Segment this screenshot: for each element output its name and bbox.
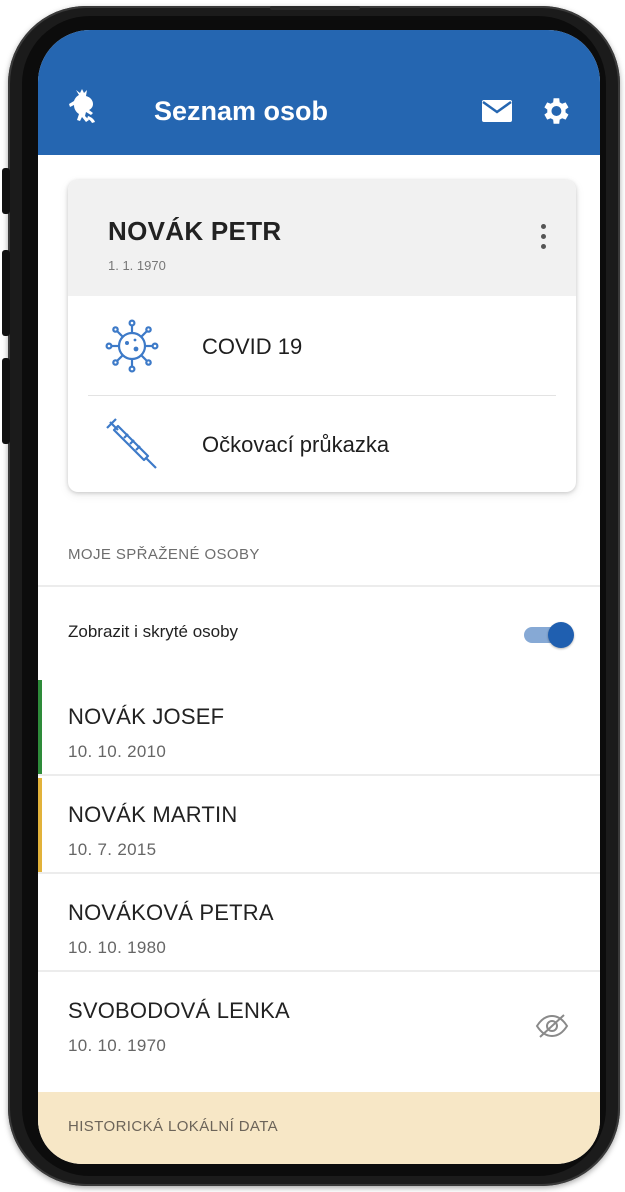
vaccination-card-label: Očkovací průkazka (202, 432, 390, 457)
list-item-birthdate: 10. 7. 2015 (68, 840, 157, 859)
status-indicator (38, 778, 42, 872)
toggle-thumb (548, 622, 574, 648)
phone-volume-down-button (2, 358, 10, 444)
mail-icon[interactable] (482, 100, 512, 122)
covid-item-label: COVID 19 (202, 334, 303, 359)
app-screen: Seznam osob NOVÁK PETR 1. 1. 1970 COVID … (38, 30, 600, 1164)
historical-data-label: HISTORICKÁ LOKÁLNÍ DATA (68, 1118, 279, 1135)
list-item-birthdate: 10. 10. 2010 (68, 742, 167, 761)
list-item[interactable]: NOVÁK MARTIN 10. 7. 2015 (38, 778, 600, 874)
list-item[interactable]: NOVÁK JOSEF 10. 10. 2010 (38, 680, 600, 776)
person-birthdate: 1. 1. 1970 (108, 258, 166, 273)
czech-lion-icon (69, 89, 95, 123)
list-item-birthdate: 10. 10. 1980 (68, 938, 167, 957)
phone-speaker (270, 6, 360, 10)
gear-icon[interactable] (538, 94, 572, 128)
show-hidden-persons-toggle[interactable] (524, 622, 576, 648)
historical-data-banner[interactable]: HISTORICKÁ LOKÁLNÍ DATA (38, 1092, 600, 1164)
section-title-linked-persons: MOJE SPŘAŽENÉ OSOBY (68, 546, 260, 563)
more-options-icon[interactable] (536, 224, 550, 258)
virus-icon (105, 319, 159, 373)
list-item[interactable]: SVOBODOVÁ LENKA 10. 10. 1970 (38, 974, 600, 1070)
list-item-name: NOVÁK MARTIN (68, 802, 238, 827)
show-hidden-persons-row[interactable]: Zobrazit i skryté osoby (38, 588, 600, 678)
person-name: NOVÁK PETR (108, 216, 282, 246)
main-person-card: NOVÁK PETR 1. 1. 1970 COVID 19 Očkovací … (68, 180, 576, 492)
list-item-name: SVOBODOVÁ LENKA (68, 998, 290, 1023)
list-item-name: NOVÁK JOSEF (68, 704, 225, 729)
list-item[interactable]: NOVÁKOVÁ PETRA 10. 10. 1980 (38, 876, 600, 972)
eye-off-icon[interactable] (534, 1012, 570, 1040)
app-bar: Seznam osob (38, 30, 600, 155)
phone-side-button (2, 168, 10, 214)
phone-volume-up-button (2, 250, 10, 336)
syringe-icon (106, 418, 157, 469)
covid-item[interactable]: COVID 19 (68, 298, 576, 396)
list-item-birthdate: 10. 10. 1970 (68, 1036, 167, 1055)
card-header: NOVÁK PETR 1. 1. 1970 (68, 180, 576, 296)
show-hidden-persons-label: Zobrazit i skryté osoby (68, 622, 239, 641)
page-title: Seznam osob (154, 96, 329, 126)
vaccination-card-item[interactable]: Očkovací průkazka (68, 396, 576, 492)
list-item-name: NOVÁKOVÁ PETRA (68, 900, 274, 925)
divider (38, 585, 600, 587)
status-indicator (38, 680, 42, 774)
